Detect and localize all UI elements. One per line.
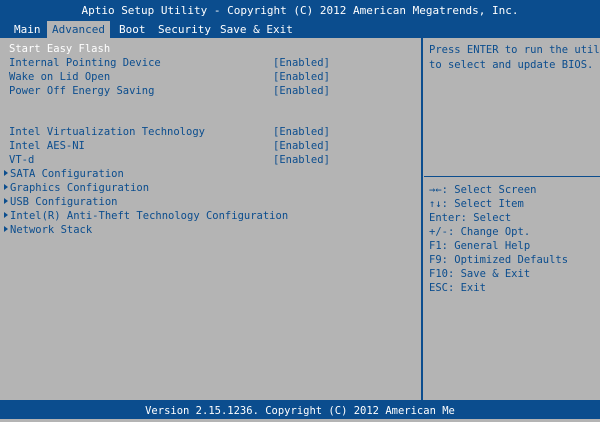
key-hint-optimized-defaults: F9: Optimized Defaults bbox=[429, 254, 569, 266]
submenu-graphics-configuration[interactable]: Graphics Configuration bbox=[4, 182, 149, 196]
submenu-label: Graphics Configuration bbox=[10, 182, 150, 194]
bios-title-bar: Aptio Setup Utility - Copyright (C) 2012… bbox=[0, 0, 600, 21]
setting-label-internal-pointing-device[interactable]: Internal Pointing Device bbox=[9, 57, 161, 71]
submenu-arrow-icon bbox=[4, 184, 8, 190]
tab-boot[interactable]: Boot bbox=[114, 21, 151, 38]
key-hint-select-item: ↑↓: Select Item bbox=[429, 198, 524, 210]
help-text-line-1: Press ENTER to run the utility bbox=[429, 44, 600, 56]
tab-main[interactable]: Main bbox=[9, 21, 46, 38]
tab-save-exit[interactable]: Save & Exit bbox=[215, 21, 298, 38]
setting-label-vt-d[interactable]: VT-d bbox=[9, 154, 34, 168]
setting-value-internal-pointing-device[interactable]: [Enabled] bbox=[273, 57, 330, 71]
tab-security[interactable]: Security bbox=[153, 21, 216, 38]
setting-value-intel-aes-ni[interactable]: [Enabled] bbox=[273, 140, 330, 154]
key-hint-change-opt: +/-: Change Opt. bbox=[429, 226, 531, 238]
submenu-label: SATA Configuration bbox=[10, 168, 124, 180]
setting-value-power-off-energy-saving[interactable]: [Enabled] bbox=[273, 85, 330, 99]
help-text-line-2: to select and update BIOS. bbox=[429, 59, 594, 71]
setting-label-intel-virtualization[interactable]: Intel Virtualization Technology bbox=[9, 126, 205, 140]
version-text: Version 2.15.1236. Copyright (C) 2012 Am… bbox=[145, 405, 455, 417]
key-hint-esc-exit: ESC: Exit bbox=[429, 282, 486, 294]
setting-value-vt-d[interactable]: [Enabled] bbox=[273, 154, 330, 168]
setting-value-intel-virtualization[interactable]: [Enabled] bbox=[273, 126, 330, 140]
key-hint-enter: Enter: Select bbox=[429, 212, 512, 224]
submenu-sata-configuration[interactable]: SATA Configuration bbox=[4, 168, 124, 182]
submenu-arrow-icon bbox=[4, 170, 8, 176]
key-hint-general-help: F1: General Help bbox=[429, 240, 531, 252]
submenu-arrow-icon bbox=[4, 198, 8, 204]
submenu-anti-theft-configuration[interactable]: Intel(R) Anti-Theft Technology Configura… bbox=[4, 210, 288, 224]
submenu-label: USB Configuration bbox=[10, 196, 118, 208]
tab-bar: Main Advanced Boot Security Save & Exit bbox=[0, 21, 600, 38]
key-hint-select-screen: →←: Select Screen bbox=[429, 184, 537, 196]
help-separator bbox=[424, 176, 600, 177]
submenu-arrow-icon bbox=[4, 212, 8, 218]
setting-label-power-off-energy-saving[interactable]: Power Off Energy Saving bbox=[9, 85, 154, 99]
tab-advanced[interactable]: Advanced bbox=[47, 21, 110, 38]
setting-label-wake-on-lid-open[interactable]: Wake on Lid Open bbox=[9, 71, 110, 85]
setting-label-intel-aes-ni[interactable]: Intel AES-NI bbox=[9, 140, 85, 154]
start-easy-flash-item[interactable]: Start Easy Flash bbox=[9, 43, 110, 57]
bios-footer-bar: Version 2.15.1236. Copyright (C) 2012 Am… bbox=[0, 400, 600, 419]
panel-divider bbox=[421, 38, 423, 400]
submenu-label: Network Stack bbox=[10, 224, 93, 236]
submenu-label: Intel(R) Anti-Theft Technology Configura… bbox=[10, 210, 289, 222]
submenu-network-stack[interactable]: Network Stack bbox=[4, 224, 92, 238]
bios-title: Aptio Setup Utility - Copyright (C) 2012… bbox=[81, 4, 519, 17]
key-hint-save-exit: F10: Save & Exit bbox=[429, 268, 531, 280]
submenu-usb-configuration[interactable]: USB Configuration bbox=[4, 196, 117, 210]
setting-value-wake-on-lid-open[interactable]: [Enabled] bbox=[273, 71, 330, 85]
submenu-arrow-icon bbox=[4, 226, 8, 232]
